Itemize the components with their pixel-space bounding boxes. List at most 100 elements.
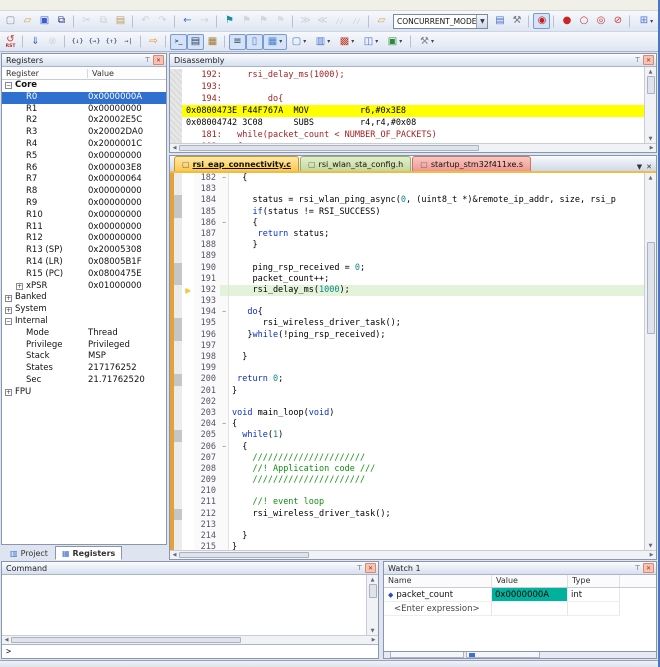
command-window-button[interactable]: >_ <box>170 34 187 50</box>
register-row[interactable]: R15 (PC) 0x0800475E <box>2 269 166 281</box>
editor-vscrollbar[interactable]: ▲▼ <box>644 173 656 550</box>
reset-cpu-button[interactable]: ↺RST <box>2 34 19 50</box>
toolbar-button[interactable] <box>629 15 631 28</box>
save-all-button[interactable]: ⧉ <box>53 13 70 29</box>
fold-toggle-icon[interactable] <box>220 397 229 408</box>
tree-expander-icon[interactable]: + <box>5 307 12 314</box>
show-current-statement-button[interactable]: ⇨ <box>145 34 162 50</box>
register-row[interactable]: R7 0x00000064 <box>2 174 166 186</box>
fold-toggle-icon[interactable] <box>220 363 229 374</box>
close-document-icon[interactable]: ✕ <box>646 163 652 171</box>
tree-expander-icon[interactable] <box>16 141 23 148</box>
analysis-window-button[interactable]: ▩ <box>335 34 359 50</box>
tree-expander-icon[interactable]: + <box>5 295 12 302</box>
toolbar-button[interactable] <box>224 35 226 48</box>
fold-toggle-icon[interactable]: − <box>220 307 229 318</box>
register-row[interactable]: Mode Thread <box>2 328 166 340</box>
system-viewer-button[interactable]: ◫ <box>359 34 383 50</box>
tree-expander-icon[interactable]: − <box>5 318 12 325</box>
pin-icon[interactable]: ⊤ <box>354 563 365 573</box>
disassembly-line[interactable]: 0x08004742 3C08 SUBS r4,r4,#0x08 <box>170 117 644 129</box>
disassembly-line[interactable]: 181: while(packet_count < NUMBER_OF_PACK… <box>170 129 644 141</box>
tab-rsi-eap-connectivity[interactable]: ▢ rsi_eap_connectivity.c <box>174 156 299 171</box>
toolbar-button[interactable] <box>64 35 66 48</box>
fold-toggle-icon[interactable]: − <box>220 442 229 453</box>
comment-button[interactable]: // <box>331 13 348 29</box>
fold-toggle-icon[interactable] <box>220 240 229 251</box>
disassembly-line[interactable]: 194: do{ <box>170 93 644 105</box>
fold-toggle-icon[interactable] <box>220 408 229 419</box>
tab-list-dropdown-icon[interactable]: ▼ <box>637 163 642 171</box>
disable-all-breakpoints-button[interactable]: ◎ <box>592 13 609 29</box>
register-row[interactable]: Privilege Privileged <box>2 340 166 352</box>
tree-expander-icon[interactable] <box>16 200 23 207</box>
step-over-button[interactable]: {→} <box>86 34 103 50</box>
toolbar-button[interactable] <box>553 15 555 28</box>
run-to-line-button[interactable]: →| <box>120 34 137 50</box>
editor-hscrollbar[interactable]: ◀▶ <box>170 550 656 559</box>
fold-toggle-icon[interactable] <box>220 207 229 218</box>
toolbox-button[interactable]: ⚒ <box>415 34 439 50</box>
start-stop-debug-button[interactable]: ◉ <box>533 13 550 29</box>
register-row[interactable]: R4 0x2000001C <box>2 139 166 151</box>
register-row[interactable]: R8 0x00000000 <box>2 186 166 198</box>
chevron-down-icon[interactable]: ▼ <box>476 15 487 28</box>
register-row[interactable]: + FPU <box>2 387 166 399</box>
disable-breakpoint-button[interactable]: ○ <box>575 13 592 29</box>
paste-button[interactable]: ▤ <box>112 13 129 29</box>
call-stack-window-button[interactable]: ▯ <box>246 34 263 50</box>
fold-toggle-icon[interactable] <box>220 486 229 497</box>
register-row[interactable]: R10 0x00000000 <box>2 210 166 222</box>
toggle-bookmark-button[interactable]: ⚑ <box>221 13 238 29</box>
toolbar-button[interactable] <box>216 15 218 28</box>
register-row[interactable]: R0 0x0000000A <box>2 92 166 104</box>
step-into-button[interactable]: {↓} <box>69 34 86 50</box>
navigate-forward-button[interactable]: → <box>196 13 213 29</box>
editor-content[interactable]: ▶ 182 − { ▶ 183 <box>174 173 644 550</box>
tree-expander-icon[interactable] <box>16 330 23 337</box>
tree-expander-icon[interactable] <box>16 354 23 361</box>
tree-expander-icon[interactable] <box>16 212 23 219</box>
disassembly-hscrollbar[interactable]: ◀▶ <box>170 143 656 152</box>
fold-toggle-icon[interactable] <box>220 263 229 274</box>
watch-row[interactable]: ◆packet_count 0x0000000A int <box>384 588 656 602</box>
register-row[interactable]: R12 0x00000000 <box>2 233 166 245</box>
tree-expander-icon[interactable]: + <box>5 389 12 396</box>
kill-all-breakpoints-button[interactable]: ⊘ <box>609 13 626 29</box>
fold-toggle-icon[interactable] <box>220 464 229 475</box>
watch-row[interactable]: <Enter expression> <box>384 602 656 616</box>
command-hscrollbar[interactable]: ◀▶ <box>2 635 378 644</box>
fold-toggle-icon[interactable]: − <box>220 218 229 229</box>
cut-button[interactable]: ✂ <box>78 13 95 29</box>
tree-expander-icon[interactable]: + <box>16 283 23 290</box>
tree-expander-icon[interactable] <box>16 271 23 278</box>
outdent-button[interactable]: ≪ <box>314 13 331 29</box>
toolbar-button[interactable] <box>140 35 142 48</box>
tab-rsi-wlan-sta-config[interactable]: ▢ rsi_wlan_sta_config.h <box>300 156 411 171</box>
close-icon[interactable]: ✕ <box>643 563 654 573</box>
registers-window-button[interactable]: ≡ <box>229 34 246 50</box>
tree-expander-icon[interactable] <box>16 224 23 231</box>
tree-expander-icon[interactable] <box>16 177 23 184</box>
memory-window-button[interactable]: ▢ <box>287 34 311 50</box>
fold-toggle-icon[interactable]: − <box>220 419 229 430</box>
register-row[interactable]: − Core <box>2 80 166 92</box>
tree-expander-icon[interactable] <box>16 366 23 373</box>
register-row[interactable]: Sec 21.71762520 <box>2 375 166 387</box>
stop-button[interactable]: ⊗ <box>44 34 61 50</box>
register-row[interactable]: R2 0x20002E5C <box>2 115 166 127</box>
step-out-button[interactable]: {↑} <box>103 34 120 50</box>
fold-toggle-icon[interactable] <box>220 531 229 542</box>
tree-expander-icon[interactable] <box>16 94 23 101</box>
run-button[interactable]: ⇓ <box>27 34 44 50</box>
copy-button[interactable]: ⧉ <box>95 13 112 29</box>
register-row[interactable]: + xPSR 0x01000000 <box>2 281 166 293</box>
close-icon[interactable]: ✕ <box>365 563 376 573</box>
fold-toggle-icon[interactable] <box>220 285 229 296</box>
fold-toggle-icon[interactable] <box>220 374 229 385</box>
tree-expander-icon[interactable] <box>16 153 23 160</box>
tree-expander-icon[interactable] <box>16 342 23 349</box>
tree-expander-icon[interactable] <box>16 248 23 255</box>
fold-toggle-icon[interactable] <box>220 330 229 341</box>
tree-expander-icon[interactable] <box>16 377 23 384</box>
